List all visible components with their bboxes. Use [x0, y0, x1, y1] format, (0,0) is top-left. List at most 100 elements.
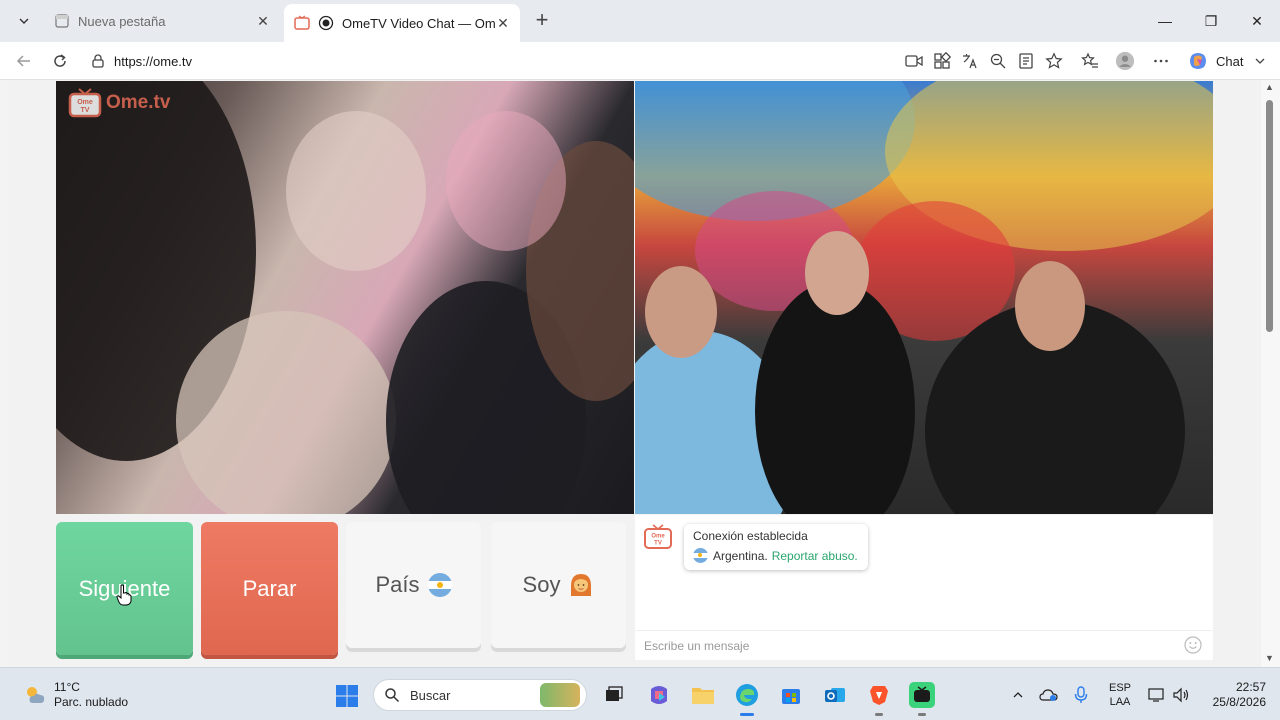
search-highlight-icon — [540, 683, 580, 707]
microsoft-365-icon[interactable] — [646, 682, 672, 708]
connection-status: Conexión establecida — [693, 529, 808, 543]
chevron-down-icon — [1256, 58, 1265, 64]
tab-label: OmeTV Video Chat — Omegle — [342, 15, 496, 31]
restore-button[interactable]: ❐ — [1188, 0, 1234, 42]
url-text[interactable]: https://ome.tv — [114, 54, 192, 69]
new-tab-icon — [55, 14, 69, 28]
browser-toolbar: https://ome.tv Chat — [0, 42, 1280, 80]
weather-widget[interactable]: 11°C Parc. nublado — [22, 680, 128, 710]
copilot-icon — [1190, 53, 1206, 69]
partly-cloudy-icon — [27, 687, 45, 703]
logo-text: Ome.tv — [106, 92, 171, 113]
keyboard-layout: LAA — [1109, 695, 1131, 708]
argentina-flag-icon — [693, 548, 708, 563]
ometv-logo: Ome TV Ome.tv — [68, 88, 170, 118]
tab-new-tab[interactable]: Nueva pestaña ✕ — [44, 6, 280, 36]
weather-condition: Parc. nublado — [54, 695, 129, 709]
weather-temp: 11°C — [54, 680, 80, 694]
svg-text:Ome: Ome — [77, 99, 93, 106]
ometv-favicon-icon — [294, 15, 310, 30]
windows-taskbar: 11°C Parc. nublado Buscar ESP LAA 22:57 … — [0, 667, 1280, 720]
minimize-button[interactable]: — — [1142, 0, 1188, 42]
stop-button[interactable]: Parar — [201, 522, 338, 655]
onedrive-icon[interactable] — [1038, 668, 1060, 720]
self-video — [635, 81, 1213, 514]
tab-actions-menu[interactable] — [10, 8, 38, 34]
arrow-left-icon — [16, 55, 30, 67]
camera-in-use-icon[interactable] — [904, 51, 924, 71]
chat-label: Chat — [1216, 53, 1244, 69]
tv-logo-icon: OmeTV — [68, 88, 102, 118]
clock-date: 25/8/2026 — [1212, 695, 1266, 709]
favorites-list-icon[interactable] — [1080, 51, 1100, 71]
copilot-chat-button[interactable]: Chat — [1184, 48, 1272, 74]
profile-avatar-icon[interactable] — [1115, 51, 1135, 71]
favorite-star-icon[interactable] — [1044, 51, 1064, 71]
scroll-down-icon[interactable]: ▼ — [1265, 653, 1274, 663]
country-selector-button[interactable]: País — [346, 522, 481, 648]
ometv-app-icon[interactable] — [909, 682, 935, 716]
reading-view-icon[interactable] — [1016, 51, 1036, 71]
search-label: Buscar — [410, 687, 451, 703]
microsoft-store-icon[interactable] — [778, 682, 804, 708]
hand-cursor-icon — [116, 584, 132, 606]
running-app-indicator — [875, 713, 883, 716]
lock-icon[interactable] — [90, 53, 106, 69]
language-code: ESP — [1108, 681, 1131, 694]
message-input[interactable]: Escribe un mensaje — [636, 630, 1212, 660]
new-tab-button[interactable]: + — [528, 9, 556, 33]
recording-icon — [318, 15, 334, 31]
stop-label: Parar — [242, 575, 297, 601]
address-bar[interactable]: https://ome.tv — [80, 46, 1080, 76]
scroll-up-icon[interactable]: ▲ — [1265, 82, 1274, 92]
brave-browser-icon[interactable] — [866, 682, 892, 716]
volume-icon[interactable] — [1170, 668, 1192, 720]
woman-emoji-icon — [571, 574, 592, 596]
taskbar-search[interactable]: Buscar — [373, 679, 587, 711]
show-hidden-icons[interactable] — [1008, 668, 1028, 720]
country-name: Argentina. — [713, 548, 768, 563]
country-label: País — [375, 572, 420, 597]
back-button[interactable] — [10, 48, 38, 74]
running-app-indicator — [918, 713, 926, 716]
network-icon[interactable] — [1146, 668, 1168, 720]
outlook-icon[interactable] — [822, 682, 848, 708]
input-language-indicator[interactable]: ESP LAA — [1102, 668, 1138, 720]
more-options-icon[interactable] — [1151, 51, 1171, 71]
task-view-icon[interactable] — [601, 682, 627, 708]
chevron-down-icon — [19, 18, 29, 24]
file-explorer-icon[interactable] — [690, 682, 716, 708]
microphone-icon[interactable] — [1070, 668, 1092, 720]
window-close-button[interactable]: ✕ — [1234, 0, 1280, 42]
svg-text:TV: TV — [654, 541, 662, 547]
gender-label: Soy — [522, 572, 561, 597]
clock-time: 22:57 — [1235, 680, 1266, 694]
system-clock[interactable]: 22:57 25/8/2026 — [1200, 680, 1266, 710]
search-icon — [385, 688, 400, 703]
tab-label: Nueva pestaña — [78, 13, 166, 29]
tab-ometv[interactable]: OmeTV Video Chat — Omegle ✕ — [284, 4, 520, 42]
translate-icon[interactable] — [960, 51, 980, 71]
stranger-video — [56, 81, 634, 514]
ometv-chat-avatar-icon: OmeTV — [644, 524, 672, 549]
connection-message: Conexión establecida Argentina. Reportar… — [684, 524, 868, 570]
windows-start-icon[interactable] — [335, 684, 359, 708]
refresh-icon — [54, 54, 66, 67]
tab-close-icon[interactable]: ✕ — [256, 13, 270, 30]
argentina-flag-icon — [427, 573, 452, 597]
apps-icon[interactable] — [932, 51, 952, 71]
message-placeholder: Escribe un mensaje — [644, 638, 750, 653]
tab-close-icon[interactable]: ✕ — [496, 15, 510, 32]
edge-browser-icon[interactable] — [734, 682, 760, 716]
svg-text:TV: TV — [81, 107, 90, 114]
report-abuse-link[interactable]: Reportar abuso. — [772, 549, 858, 563]
gender-selector-button[interactable]: Soy — [491, 522, 626, 648]
refresh-button[interactable] — [46, 48, 74, 74]
emoji-picker-icon[interactable] — [1184, 636, 1202, 654]
scrollbar-thumb[interactable] — [1266, 100, 1273, 332]
svg-text:Ome: Ome — [651, 534, 665, 540]
page-scrollbar[interactable]: ▲ ▼ — [1261, 80, 1280, 667]
active-app-indicator — [740, 713, 754, 716]
tab-bar: Nueva pestaña ✕ OmeTV Video Chat — Omegl… — [0, 0, 1280, 42]
zoom-icon[interactable] — [988, 51, 1008, 71]
